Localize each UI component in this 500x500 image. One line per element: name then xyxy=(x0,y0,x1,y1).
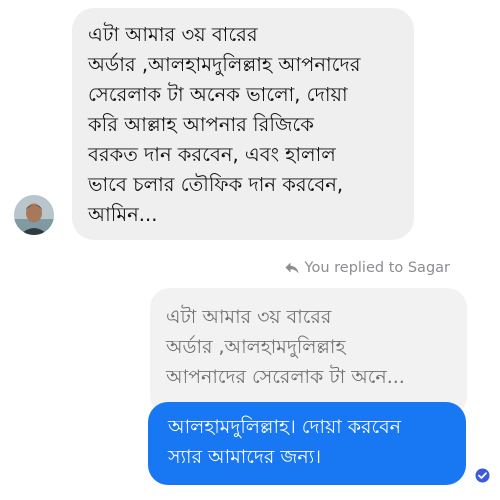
quoted-message-bubble[interactable]: এটা আমার ৩য় বারের অর্ডার ,আলহামদুলিল্লা… xyxy=(150,288,467,416)
quoted-message-line: অর্ডার ,আলহামদুলিল্লাহ xyxy=(166,336,346,358)
incoming-message-line: সেরেলাক টা অনেক ভালো, দোয়া xyxy=(88,83,348,106)
reply-indicator: You replied to Sagar xyxy=(285,260,450,276)
reply-indicator-text: You replied to Sagar xyxy=(304,260,450,276)
read-receipt-icon xyxy=(475,468,490,483)
incoming-message-line: আমিন... xyxy=(88,203,158,226)
incoming-message-line: অর্ডার ,আলহামদুলিল্লাহ আপনাদের xyxy=(88,53,361,76)
incoming-message-line: বরকত দান করবেন, এবং হালাল xyxy=(88,143,336,166)
quoted-message-line: এটা আমার ৩য় বারের xyxy=(166,306,332,328)
incoming-message-line: করি আল্লাহ আপনার রিজিকে xyxy=(88,113,314,136)
outgoing-message-bubble[interactable]: আলহামদুলিল্লাহ। দোয়া করবেন স্যার আমাদের… xyxy=(148,402,466,485)
sender-avatar[interactable] xyxy=(14,195,54,235)
incoming-message-bubble[interactable]: এটা আমার ৩য় বারের অর্ডার ,আলহামদুলিল্লা… xyxy=(72,8,414,240)
reply-arrow-icon xyxy=(285,262,299,274)
outgoing-message-line: আলহামদুলিল্লাহ। দোয়া করবেন xyxy=(168,416,402,438)
incoming-message-line: এটা আমার ৩য় বারের xyxy=(88,23,258,46)
quoted-message-line: আপনাদের সেরেলাক টা অনে... xyxy=(166,366,405,388)
outgoing-message-line: স্যার আমাদের জন্য। xyxy=(168,446,322,468)
incoming-message-line: ভাবে চলার তৌফিক দান করবেন, xyxy=(88,173,344,196)
avatar-image xyxy=(14,195,54,235)
